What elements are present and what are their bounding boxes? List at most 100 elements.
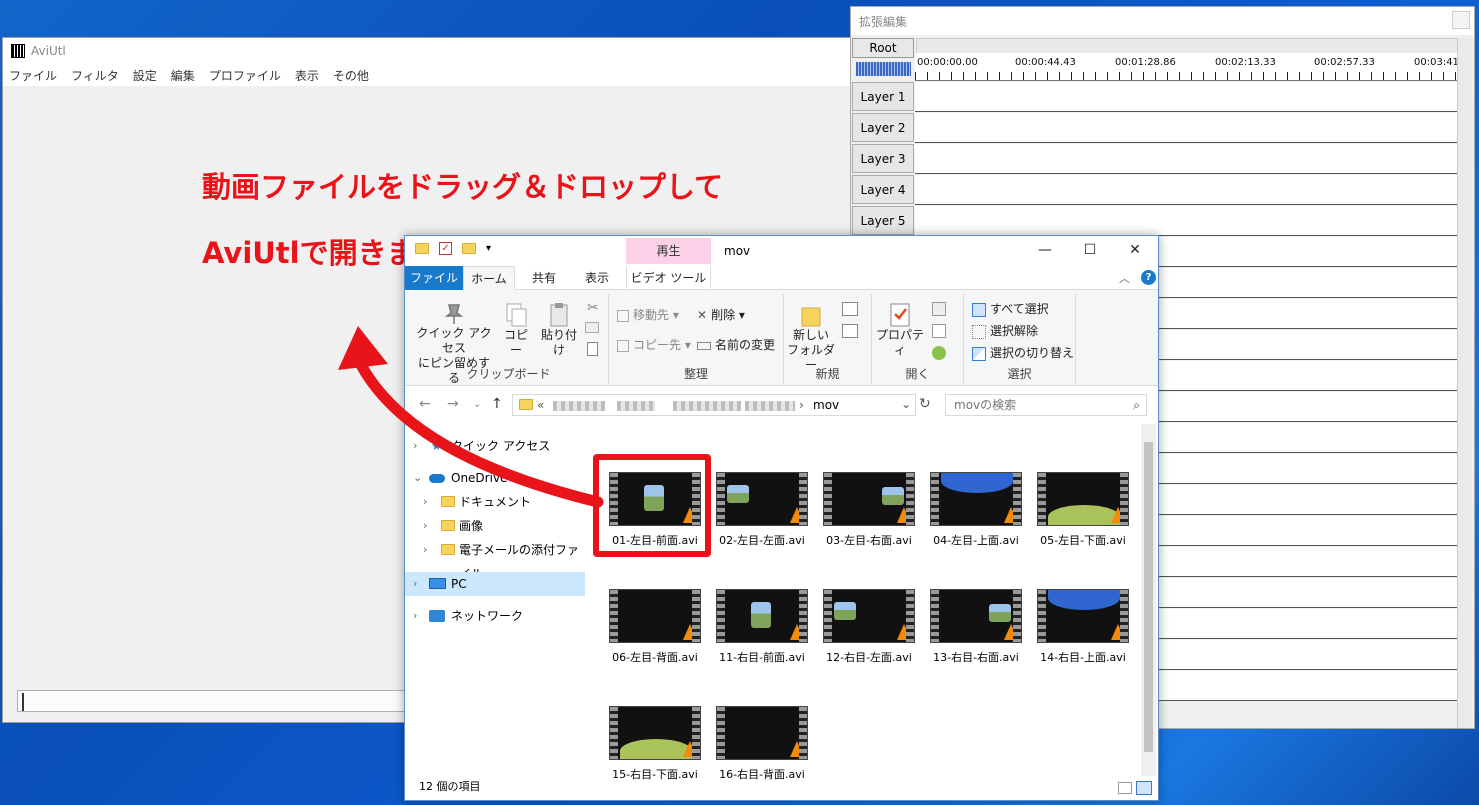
help-icon[interactable]: ? xyxy=(1141,270,1156,285)
file-item[interactable]: 12-右目-左面.avi xyxy=(819,589,919,665)
timeline-scale-icon[interactable] xyxy=(856,62,911,76)
ext-horizontal-scrollbar[interactable] xyxy=(916,38,1461,54)
layer-3-label[interactable]: Layer 3 xyxy=(852,144,914,173)
nav-email-attachments[interactable]: › 電子メールの添付ファイル xyxy=(405,538,585,581)
file-item[interactable]: 03-左目-右面.avi xyxy=(819,472,919,548)
invert-selection-button[interactable]: 選択の切り替え xyxy=(972,344,1074,361)
cut-icon[interactable]: ✂ xyxy=(587,300,599,316)
tab-file[interactable]: ファイル xyxy=(405,266,463,290)
easy-access-icon[interactable] xyxy=(842,324,858,338)
time-label: 00:02:13.33 xyxy=(1215,57,1276,68)
ext-close-button[interactable] xyxy=(1452,11,1470,29)
maximize-button[interactable]: ☐ xyxy=(1078,240,1102,260)
vlc-icon xyxy=(790,624,804,640)
new-folder-button[interactable]: 新しい フォルダー xyxy=(786,302,836,373)
instruction-line-1: 動画ファイルをドラッグ＆ドロップして xyxy=(202,170,724,204)
nav-pc[interactable]: › PC xyxy=(405,572,585,596)
move-to-button[interactable]: 移動先 ▾ xyxy=(617,306,679,323)
vlc-icon xyxy=(1111,624,1125,640)
file-item[interactable]: 04-左目-上面.avi xyxy=(926,472,1026,548)
ruler-ticks xyxy=(915,72,1463,80)
video-thumbnail xyxy=(609,589,701,643)
open-icon[interactable] xyxy=(932,302,946,316)
address-segment-redacted[interactable] xyxy=(745,401,795,411)
layer-lane[interactable] xyxy=(915,206,1461,236)
delete-button[interactable]: ✕ 削除 ▾ xyxy=(697,306,745,323)
file-item[interactable]: 05-左目-下面.avi xyxy=(1033,472,1133,548)
menu-edit[interactable]: 編集 xyxy=(171,67,195,84)
properties-check-icon[interactable]: ✓ xyxy=(439,242,452,255)
timeline-ruler[interactable]: 00:00:00.00 00:00:44.43 00:01:28.86 00:0… xyxy=(915,53,1463,81)
properties-label: プロパティ xyxy=(875,328,924,357)
collapse-ribbon-icon[interactable]: ︿ xyxy=(1119,270,1130,286)
folder-icon xyxy=(415,243,429,254)
close-button[interactable]: ✕ xyxy=(1123,240,1147,260)
menu-other[interactable]: その他 xyxy=(333,67,369,84)
layer-lane[interactable] xyxy=(915,113,1461,143)
tab-share[interactable]: 共有 xyxy=(519,266,569,290)
menu-file[interactable]: ファイル xyxy=(9,67,57,84)
file-item[interactable]: 02-左目-左面.avi xyxy=(712,472,812,548)
tab-video-tools[interactable]: ビデオ ツール xyxy=(626,266,711,290)
nav-network[interactable]: › ネットワーク xyxy=(405,604,585,628)
status-bar-text: 12 個の項目 xyxy=(419,780,481,793)
new-group-label: 新規 xyxy=(815,367,840,381)
layer-4-label[interactable]: Layer 4 xyxy=(852,175,914,204)
vlc-icon xyxy=(790,741,804,757)
qat-dropdown-icon[interactable]: ▾ xyxy=(486,243,491,254)
search-input[interactable]: movの検索 ⌕ xyxy=(945,394,1147,416)
file-name: 04-左目-上面.avi xyxy=(933,534,1019,547)
seek-handle[interactable] xyxy=(22,693,24,711)
layer-lane[interactable] xyxy=(915,175,1461,205)
file-item[interactable]: 11-右目-前面.avi xyxy=(712,589,812,665)
address-segment-redacted[interactable] xyxy=(673,401,741,411)
layer-lane[interactable] xyxy=(915,82,1461,112)
nav-network-label: ネットワーク xyxy=(451,609,524,623)
file-list-scrollbar[interactable] xyxy=(1141,424,1156,776)
file-item[interactable]: 13-右目-右面.avi xyxy=(926,589,1026,665)
aviutl-seekbar[interactable] xyxy=(17,690,437,712)
edit-icon[interactable] xyxy=(932,324,946,338)
layer-5-label[interactable]: Layer 5 xyxy=(852,206,914,235)
file-item[interactable]: 14-右目-上面.avi xyxy=(1033,589,1133,665)
layer-lane[interactable] xyxy=(915,144,1461,174)
copy-to-button[interactable]: コピー先 ▾ xyxy=(617,336,691,353)
expand-chevron-icon[interactable]: › xyxy=(413,604,417,628)
large-icons-view-icon[interactable] xyxy=(1136,781,1152,795)
ext-vertical-scrollbar[interactable] xyxy=(1457,38,1472,728)
menu-view[interactable]: 表示 xyxy=(295,67,319,84)
details-view-icon[interactable] xyxy=(1118,782,1132,794)
expand-chevron-icon[interactable]: › xyxy=(423,538,427,562)
address-separator: › xyxy=(799,398,804,412)
aviutl-menubar: ファイル フィルタ 設定 編集 プロファイル 表示 その他 xyxy=(3,64,857,86)
new-folder-icon[interactable] xyxy=(462,243,476,254)
select-all-button[interactable]: すべて選択 xyxy=(972,300,1049,317)
new-item-icon[interactable] xyxy=(842,302,858,316)
file-item[interactable]: 15-右目-下面.avi xyxy=(605,706,705,782)
menu-filter[interactable]: フィルタ xyxy=(71,67,119,84)
file-item[interactable]: 16-右目-背面.avi xyxy=(712,706,812,782)
layer-1-label[interactable]: Layer 1 xyxy=(852,82,914,111)
address-current[interactable]: mov xyxy=(813,398,839,412)
file-name: 03-左目-右面.avi xyxy=(826,534,912,547)
file-item[interactable]: 06-左目-背面.avi xyxy=(605,589,705,665)
properties-button[interactable]: プロパティ xyxy=(874,302,926,358)
expand-chevron-icon[interactable]: › xyxy=(413,572,417,596)
address-segment-redacted[interactable] xyxy=(617,401,655,411)
menu-settings[interactable]: 設定 xyxy=(133,67,157,84)
tab-view[interactable]: 表示 xyxy=(571,266,623,290)
root-button[interactable]: Root xyxy=(852,38,914,58)
aviutl-title: AviUtl xyxy=(31,44,66,58)
minimize-button[interactable]: — xyxy=(1033,240,1057,260)
scrollbar-thumb[interactable] xyxy=(1144,442,1153,752)
menu-profile[interactable]: プロファイル xyxy=(209,67,281,84)
history-icon[interactable] xyxy=(932,346,946,360)
select-none-button[interactable]: 選択解除 xyxy=(972,322,1038,339)
address-dropdown-icon[interactable]: ⌄ xyxy=(901,397,911,411)
refresh-icon[interactable]: ↻ xyxy=(919,396,931,412)
folder-icon xyxy=(441,544,455,555)
delete-icon: ✕ xyxy=(697,308,708,322)
rename-button[interactable]: 名前の変更 xyxy=(697,336,775,353)
layer-2-label[interactable]: Layer 2 xyxy=(852,113,914,142)
tab-home[interactable]: ホーム xyxy=(463,266,515,290)
